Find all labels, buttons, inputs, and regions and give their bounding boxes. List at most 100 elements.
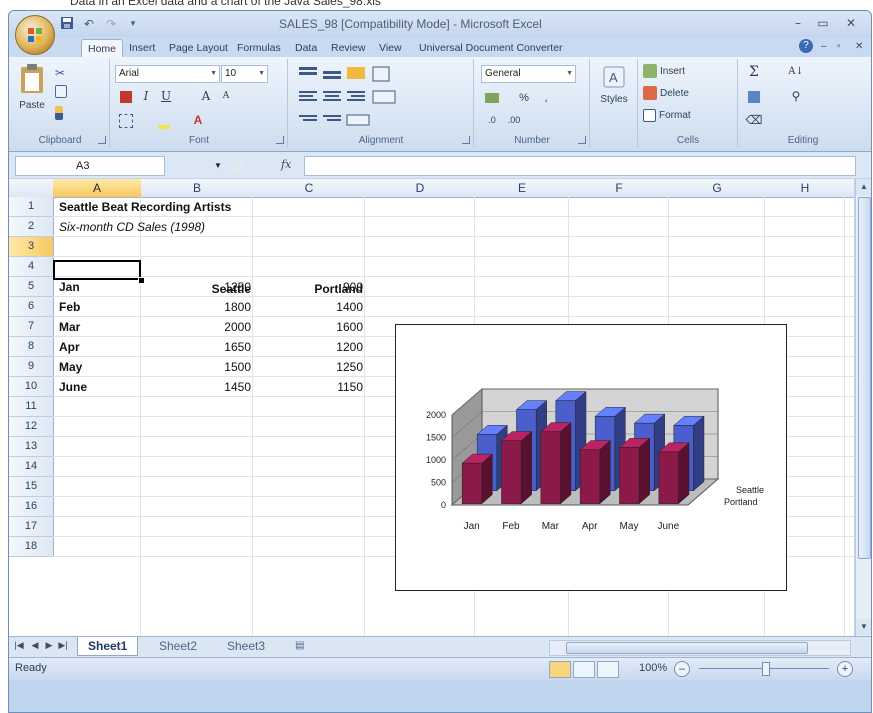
number-launcher-icon[interactable]	[578, 136, 586, 144]
redo-icon[interactable]: ↷	[103, 16, 119, 32]
quick-access-dropdown-icon[interactable]: ▾	[125, 16, 141, 32]
vertical-scrollbar[interactable]: ▲ ▼	[855, 179, 871, 636]
month-cell[interactable]: Feb	[59, 300, 80, 314]
insert-sheet-icon[interactable]: ▤	[285, 637, 314, 655]
row-header-16[interactable]: 16	[9, 497, 54, 517]
row-header-8[interactable]: 8	[9, 337, 54, 357]
row-header-1[interactable]: 1	[9, 197, 54, 217]
save-icon[interactable]	[59, 16, 75, 32]
column-header-i[interactable]: I	[845, 179, 854, 198]
row-header-10[interactable]: 10	[9, 377, 54, 397]
prev-sheet-icon[interactable]: ◀	[29, 640, 41, 651]
alignment-launcher-icon[interactable]	[462, 136, 470, 144]
formula-input[interactable]	[304, 156, 856, 176]
sheet-subtitle[interactable]: Six-month CD Sales (1998)	[59, 220, 205, 234]
seattle-cell[interactable]: 2000	[141, 320, 251, 334]
ribbon-restore-icon[interactable]: ▫	[837, 41, 841, 52]
row-header-18[interactable]: 18	[9, 537, 54, 557]
borders-button[interactable]	[117, 111, 135, 129]
column-header-a[interactable]: A	[53, 179, 142, 198]
page-layout-view-button[interactable]	[573, 661, 595, 678]
seattle-cell[interactable]: 1450	[141, 380, 251, 394]
percent-button[interactable]: %	[515, 89, 533, 107]
name-box[interactable]: A3	[15, 156, 165, 176]
row-header-13[interactable]: 13	[9, 437, 54, 457]
column-header-f[interactable]: F	[569, 179, 670, 198]
column-header-e[interactable]: E	[475, 179, 570, 198]
ribbon-minimize-icon[interactable]: –	[821, 41, 827, 52]
portland-cell[interactable]: 900	[253, 280, 363, 294]
sheet-tab-sheet1[interactable]: Sheet1	[77, 637, 139, 656]
row-header-15[interactable]: 15	[9, 477, 54, 497]
tab-home[interactable]: Home	[81, 39, 124, 58]
column-header-b[interactable]: B	[141, 179, 254, 198]
fill-button[interactable]	[745, 87, 763, 105]
sort-filter-button[interactable]: A↓	[787, 63, 805, 81]
row-header-6[interactable]: 6	[9, 297, 54, 317]
delete-cells-button[interactable]: Delete	[643, 85, 689, 103]
help-icon[interactable]: ?	[799, 39, 813, 53]
month-cell[interactable]: Apr	[59, 340, 80, 354]
seattle-cell[interactable]: 1500	[141, 360, 251, 374]
row-header-11[interactable]: 11	[9, 397, 54, 417]
seattle-cell[interactable]: 1800	[141, 300, 251, 314]
horizontal-scrollbar[interactable]	[549, 640, 851, 656]
tab-data[interactable]: Data	[289, 39, 323, 57]
ribbon-close-icon[interactable]: ✕	[855, 41, 863, 52]
sheet-tab-sheet2[interactable]: Sheet2	[149, 637, 207, 655]
fill-handle[interactable]	[138, 277, 145, 284]
insert-function-icon[interactable]: fx	[281, 158, 291, 171]
scroll-up-icon[interactable]: ▲	[856, 179, 871, 195]
minimize-button[interactable]: –	[786, 14, 810, 32]
tab-view[interactable]: View	[373, 39, 408, 57]
portland-cell[interactable]: 1400	[253, 300, 363, 314]
tab-insert[interactable]: Insert	[123, 39, 161, 57]
format-cells-button[interactable]: Format	[643, 107, 691, 125]
scroll-down-icon[interactable]: ▼	[856, 619, 871, 635]
find-select-button[interactable]: ⚲	[787, 87, 805, 105]
row-header-14[interactable]: 14	[9, 457, 54, 477]
column-header-g[interactable]: G	[669, 179, 766, 198]
row-header-9[interactable]: 9	[9, 357, 54, 377]
zoom-out-icon[interactable]: –	[674, 661, 690, 677]
name-box-dropdown-icon[interactable]: ▼	[214, 161, 222, 170]
row-header-17[interactable]: 17	[9, 517, 54, 537]
font-size-select[interactable]: 10 ▼	[221, 65, 268, 83]
row-header-12[interactable]: 12	[9, 417, 54, 437]
tab-review[interactable]: Review	[325, 39, 371, 57]
shrink-font-button[interactable]: A	[217, 87, 235, 105]
tab-formulas[interactable]: Formulas	[231, 39, 287, 57]
normal-view-button[interactable]	[549, 661, 571, 678]
format-painter-button[interactable]	[55, 105, 66, 123]
last-sheet-icon[interactable]: ▶|	[57, 640, 69, 651]
sheet-tab-sheet3[interactable]: Sheet3	[217, 637, 275, 655]
column-header-d[interactable]: D	[365, 179, 476, 198]
month-cell[interactable]: Jan	[59, 280, 80, 294]
font-color-button[interactable]: A	[189, 111, 207, 129]
insert-cells-button[interactable]: Insert	[643, 63, 685, 81]
portland-cell[interactable]: 1150	[253, 380, 363, 394]
fill-color-button[interactable]	[155, 111, 173, 129]
styles-button[interactable]: A Styles	[597, 65, 631, 105]
comma-button[interactable]: ,	[537, 89, 555, 107]
selected-cell-a3[interactable]	[53, 260, 141, 280]
zoom-in-icon[interactable]: +	[837, 661, 853, 677]
clear-button[interactable]: ⌫	[745, 111, 763, 129]
office-button[interactable]	[15, 15, 55, 55]
undo-icon[interactable]: ↶	[81, 16, 97, 32]
horizontal-scroll-thumb[interactable]	[566, 642, 808, 654]
next-sheet-icon[interactable]: ▶	[43, 640, 55, 651]
row-header-5[interactable]: 5	[9, 277, 54, 297]
portland-cell[interactable]: 1600	[253, 320, 363, 334]
zoom-level[interactable]: 100%	[639, 662, 667, 674]
font-name-select[interactable]: Arial ▼	[115, 65, 220, 83]
column-header-h[interactable]: H	[765, 179, 846, 198]
copy-button[interactable]	[55, 83, 70, 101]
row-header-3[interactable]: 3	[9, 237, 54, 257]
portland-cell[interactable]: 1200	[253, 340, 363, 354]
tab-universal-document-converter[interactable]: Universal Document Converter	[413, 39, 569, 57]
number-format-select[interactable]: General ▼	[481, 65, 576, 83]
month-cell[interactable]: June	[59, 380, 87, 394]
worksheet-grid[interactable]: ABCDEFGHI 123456789101112131415161718 Se…	[9, 179, 854, 636]
page-break-view-button[interactable]	[597, 661, 619, 678]
